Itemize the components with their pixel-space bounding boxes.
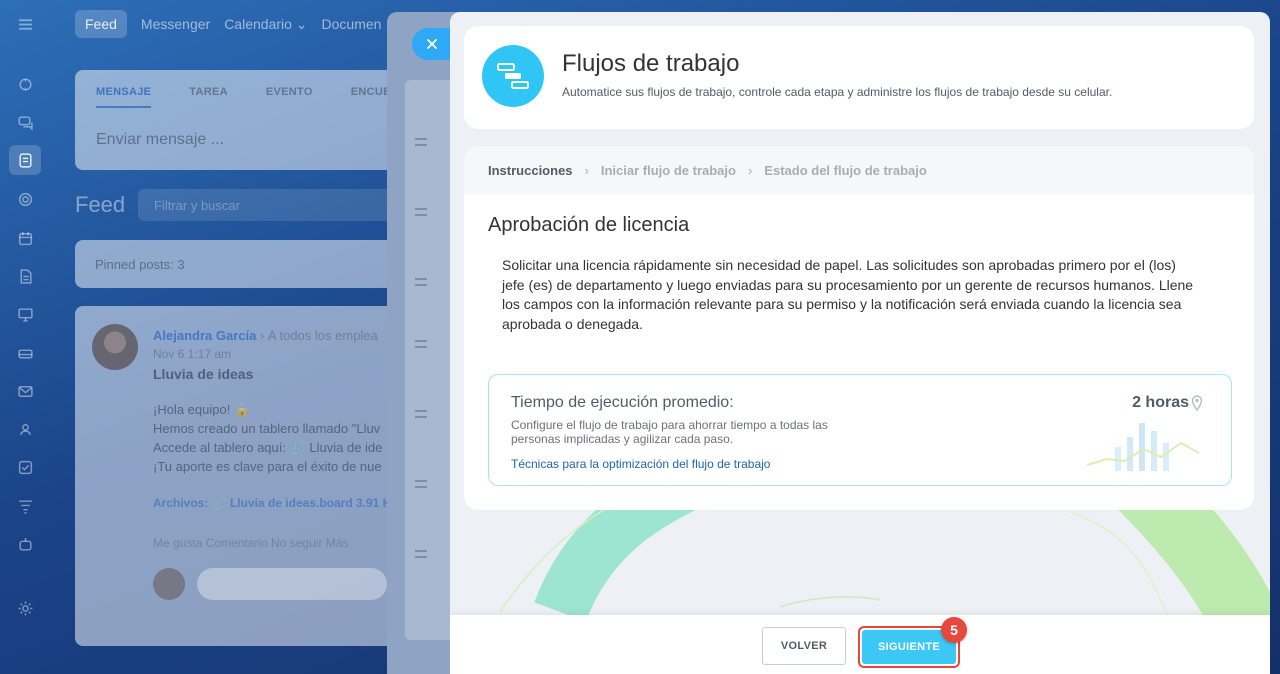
pinned-posts-label: Pinned posts: 3	[95, 257, 185, 272]
tasks-icon[interactable]	[13, 455, 37, 479]
mail-icon[interactable]	[13, 379, 37, 403]
post-files[interactable]: Archivos: 🔗 Lluvia de ideas.board 3.91 K	[153, 496, 391, 510]
avatar[interactable]	[92, 324, 138, 370]
back-button[interactable]: VOLVER	[762, 627, 846, 665]
message-input[interactable]: Enviar mensaje ...	[96, 131, 224, 149]
drag-handle-icon	[415, 138, 427, 146]
page-subtitle: Automatice sus flujos de trabajo, contro…	[562, 85, 1113, 99]
drive-icon[interactable]	[13, 341, 37, 365]
location-pin-icon	[1191, 395, 1203, 411]
post-title: Lluvia de ideas	[153, 366, 254, 382]
chevron-down-icon: ⌄	[295, 15, 308, 32]
chevron-right-icon: ›	[747, 162, 753, 178]
workflow-slider: Flujos de trabajo Automatice sus flujos …	[450, 12, 1270, 674]
post-body: ¡Hola equipo! 🔒 Hemos creado un tablero …	[153, 400, 403, 476]
drag-handle-icon	[415, 340, 427, 348]
comment-avatar	[153, 568, 185, 600]
composer-tab-message[interactable]: MENSAJE	[96, 86, 152, 108]
chevron-right-icon: ›	[259, 328, 265, 343]
nav-documents[interactable]: Documen	[322, 16, 382, 32]
copilot-icon[interactable]	[13, 72, 37, 96]
comment-input[interactable]	[197, 568, 387, 600]
feed-filter-input[interactable]: Filtrar y buscar	[138, 189, 393, 221]
feed-icon[interactable]	[9, 145, 41, 175]
feed-post: Alejandra García › A todos los emplea No…	[75, 306, 405, 646]
nav-messenger[interactable]: Messenger	[141, 16, 210, 32]
workflow-name: Aprobación de licencia	[488, 214, 690, 236]
funnel-icon[interactable]	[13, 494, 37, 518]
robot-icon[interactable]	[13, 532, 37, 556]
breadcrumb-workflow-status[interactable]: Estado del flujo de trabajo	[764, 163, 927, 178]
chat-icon[interactable]	[13, 110, 37, 134]
post-actions[interactable]: Me gusta Comentario No seguir Más	[153, 536, 348, 550]
execution-time-box: Tiempo de ejecución promedio: Configure …	[488, 374, 1232, 486]
header-card: Flujos de trabajo Automatice sus flujos …	[464, 26, 1254, 129]
step-badge: 5	[941, 617, 967, 643]
execution-time-note: Configure el flujo de trabajo para ahorr…	[511, 418, 828, 446]
close-icon	[427, 39, 437, 49]
page-title: Flujos de trabajo	[562, 50, 740, 77]
workflow-logo	[482, 45, 544, 107]
workflow-description: Solicitar una licencia rápidamente sin n…	[502, 257, 1194, 332]
contacts-icon[interactable]	[13, 417, 37, 441]
composer-tab-task[interactable]: TAREA	[189, 86, 228, 108]
post-line: ¡Hola equipo! 🔒	[153, 402, 251, 417]
drag-handle-icon	[415, 208, 427, 216]
drag-handle-icon	[415, 278, 427, 286]
composer-tab-event[interactable]: EVENTO	[266, 86, 313, 108]
drag-handle-icon	[415, 410, 427, 418]
chevron-right-icon: ›	[584, 162, 589, 178]
content-card: Instrucciones › Iniciar flujo de trabajo…	[464, 146, 1254, 510]
post-line: Hemos creado un tablero llamado "Lluv	[153, 421, 381, 436]
post-line: Accede al tablero aquí: 🔗 Lluvia de ide	[153, 440, 383, 455]
board-icon[interactable]	[13, 302, 37, 326]
document-icon[interactable]	[13, 264, 37, 288]
post-line: ¡Tu aporte es clave para el éxito de nue	[153, 459, 382, 474]
decorative-chart-icon	[1086, 423, 1200, 471]
post-composer: MENSAJE TAREA EVENTO ENCUE Enviar mensaj…	[75, 70, 405, 170]
execution-time-value: 2 horas	[1132, 394, 1189, 411]
post-author[interactable]: Alejandra García › A todos los emplea	[153, 328, 378, 343]
calendar-icon[interactable]	[13, 226, 37, 250]
left-rail	[0, 0, 50, 674]
gear-icon[interactable]	[13, 596, 37, 620]
menu-icon[interactable]	[13, 12, 37, 36]
nav-feed[interactable]: Feed	[75, 10, 127, 38]
composer-tab-poll[interactable]: ENCUE	[351, 86, 391, 108]
feed-title: Feed	[75, 192, 126, 217]
optimization-link[interactable]: Técnicas para la optimización del flujo …	[511, 457, 770, 471]
execution-time-label: Tiempo de ejecución promedio:	[511, 394, 734, 411]
nav-calendar[interactable]: Calendario ⌄	[224, 16, 307, 33]
post-date: Nov 6 1:17 am	[153, 347, 232, 361]
top-navigation: Feed Messenger Calendario ⌄ Documen	[75, 10, 381, 38]
breadcrumb-instructions[interactable]: Instrucciones	[488, 163, 573, 178]
breadcrumb-start-workflow[interactable]: Iniciar flujo de trabajo	[601, 163, 736, 178]
workflow-icon	[497, 63, 529, 89]
drag-handle-icon	[415, 480, 427, 488]
nav-calendar-label: Calendario	[224, 15, 292, 32]
breadcrumb: Instrucciones › Iniciar flujo de trabajo…	[464, 146, 1254, 194]
pinned-posts-bar[interactable]: Pinned posts: 3	[75, 240, 405, 288]
composer-tabs: MENSAJE TAREA EVENTO ENCUE	[96, 86, 391, 108]
drag-handle-icon	[415, 550, 427, 558]
post-author-name[interactable]: Alejandra García	[153, 328, 256, 343]
slider-footer: VOLVER SIGUIENTE 5	[450, 615, 1270, 674]
post-recipient[interactable]: A todos los emplea	[268, 328, 378, 343]
settings-wheel-icon[interactable]	[13, 187, 37, 211]
